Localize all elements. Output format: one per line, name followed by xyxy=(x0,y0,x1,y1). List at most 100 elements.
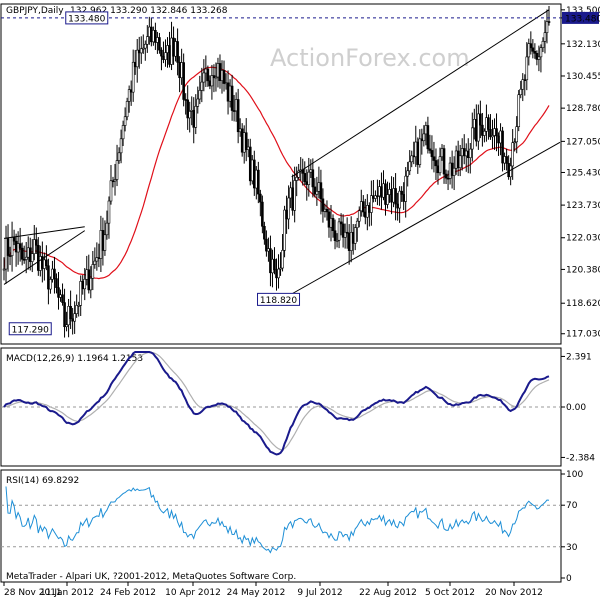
candle-body xyxy=(174,41,177,57)
candle-body xyxy=(182,62,185,100)
candle-body xyxy=(8,255,12,257)
time-tick-label: 22 Aug 2012 xyxy=(359,588,417,598)
candle-body xyxy=(475,118,478,142)
time-tick-label: 5 Oct 2012 xyxy=(425,588,475,598)
time-tick-label: 24 Feb 2012 xyxy=(100,588,156,598)
candle-body xyxy=(188,111,192,119)
candle-body xyxy=(148,26,151,37)
candle-body xyxy=(444,173,448,179)
candle-body xyxy=(73,313,76,322)
candle-body xyxy=(107,200,111,224)
candle-body xyxy=(160,49,163,57)
rsi-label: RSI(14) 69.8292 xyxy=(6,476,79,486)
candle-body xyxy=(398,190,401,209)
candle-body xyxy=(202,72,206,83)
candle-body xyxy=(337,221,341,241)
candle-body xyxy=(275,269,278,279)
candle-body xyxy=(545,21,549,33)
candle-body xyxy=(32,239,36,255)
candle-body xyxy=(265,238,268,252)
candle-body xyxy=(71,318,74,322)
candle-body xyxy=(222,70,226,84)
candle-body xyxy=(250,159,254,182)
candle-body xyxy=(454,150,458,169)
candle-body xyxy=(380,186,383,198)
candle-body xyxy=(2,268,6,271)
candle-body xyxy=(186,99,189,119)
candle-body xyxy=(440,148,444,158)
candle-body xyxy=(333,230,337,241)
candle-body xyxy=(289,187,292,199)
candle-body xyxy=(416,141,420,165)
candle-body xyxy=(370,195,373,213)
candle-body xyxy=(442,148,446,175)
candle-body xyxy=(119,138,123,154)
candle-body xyxy=(63,302,66,328)
candle-body xyxy=(123,116,127,126)
candle-body xyxy=(228,85,232,102)
candle-body xyxy=(232,110,236,112)
candle-body xyxy=(176,41,179,63)
candle-body xyxy=(208,80,212,87)
candle-body xyxy=(523,79,527,81)
candle-body xyxy=(491,135,494,138)
candle-body xyxy=(499,130,502,144)
candle-body xyxy=(412,155,416,158)
candle-body xyxy=(541,41,545,48)
candle-body xyxy=(448,162,452,179)
candle-body xyxy=(83,278,87,290)
candle-body xyxy=(493,128,496,136)
candle-body xyxy=(137,49,141,54)
candle-body xyxy=(319,182,323,200)
candle-body xyxy=(374,195,377,199)
candle-body xyxy=(34,239,38,246)
candle-body xyxy=(384,183,387,205)
candle-body xyxy=(4,238,8,270)
candle-body xyxy=(531,47,535,52)
candle-body xyxy=(210,75,214,87)
candle-body xyxy=(37,244,40,271)
candle-body xyxy=(109,180,113,202)
candle-body xyxy=(519,88,523,96)
candle-body xyxy=(485,117,488,132)
candle-body xyxy=(434,160,438,167)
candle-body xyxy=(430,150,434,158)
candle-body xyxy=(113,179,117,182)
candle-body xyxy=(392,188,395,203)
candle-body xyxy=(283,209,286,251)
candle-body xyxy=(115,160,119,180)
candle-body xyxy=(317,182,321,192)
candle-body xyxy=(166,45,169,53)
candle-body xyxy=(18,243,22,249)
candle-body xyxy=(226,82,230,102)
watermark: ActionForex.com xyxy=(270,44,470,72)
candle-body xyxy=(327,211,331,228)
price-tick-label: 120.380 xyxy=(566,265,600,275)
candle-body xyxy=(400,190,403,195)
candle-body xyxy=(246,146,250,150)
candle-body xyxy=(521,79,525,90)
candle-body xyxy=(242,132,246,153)
candle-body xyxy=(257,169,260,195)
candle-body xyxy=(460,148,464,157)
time-tick-label: 11 Jan 2012 xyxy=(40,588,94,598)
macd-tick-label: -2.384 xyxy=(566,453,595,463)
candle-body xyxy=(69,305,72,320)
candle-body xyxy=(65,324,68,328)
candle-body xyxy=(263,226,266,240)
candle-body xyxy=(180,62,183,79)
candle-body xyxy=(277,268,280,279)
candle-body xyxy=(418,138,422,165)
candle-body xyxy=(539,47,543,58)
candle-body xyxy=(452,167,456,176)
candle-body xyxy=(234,99,238,112)
candle-body xyxy=(39,256,42,271)
candle-body xyxy=(325,208,329,213)
candle-body xyxy=(424,125,428,135)
candle-body xyxy=(533,51,537,54)
candle-body xyxy=(218,63,222,81)
candle-body xyxy=(212,75,216,79)
price-tick-label: 125.430 xyxy=(566,168,600,178)
time-tick-label: 20 Nov 2012 xyxy=(485,588,543,598)
candle-body xyxy=(477,113,480,142)
